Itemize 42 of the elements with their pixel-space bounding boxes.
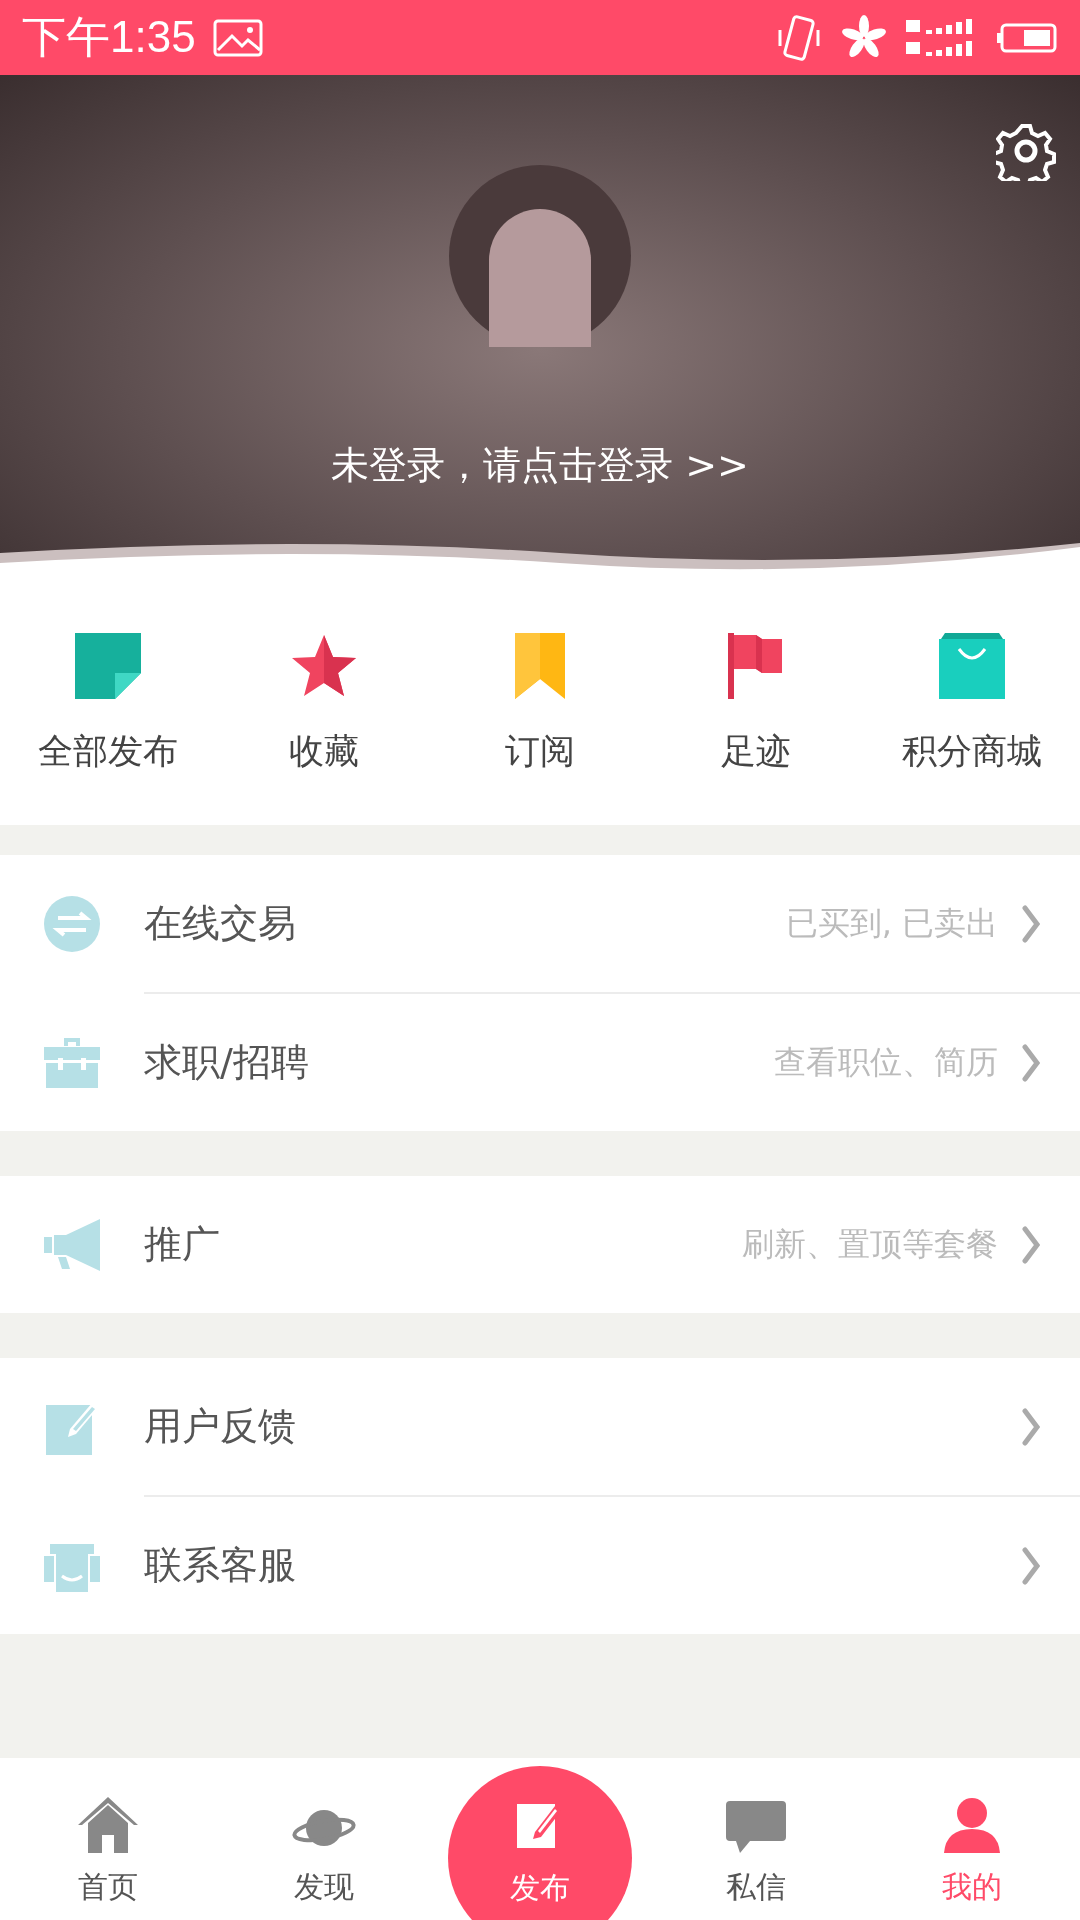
menu-title: 用户反馈 (144, 1403, 297, 1450)
nav-tab[interactable]: 私信 (648, 1758, 864, 1920)
menu-hint: 查看职位、简历 (774, 1041, 998, 1083)
menu-hint: 刷新、置顶等套餐 (742, 1223, 998, 1265)
shortcut-item[interactable]: 积分商城 (902, 727, 1042, 775)
chevron-right-icon (1022, 1546, 1040, 1585)
shortcut-item[interactable]: 订阅 (505, 727, 575, 775)
shortcut-item[interactable]: 收藏 (289, 727, 359, 775)
menu-row[interactable]: 联系客服 (144, 1495, 1080, 1634)
menu-row[interactable]: 用户反馈 (0, 1358, 1080, 1495)
menu-title: 在线交易 (144, 900, 297, 947)
login-link[interactable]: 未登录，请点击登录 >> (331, 443, 749, 487)
person-icon (944, 1797, 1000, 1853)
flag-icon (728, 632, 784, 699)
status-time: 下午1:35 (22, 11, 196, 63)
menu-row[interactable]: 推广 刷新、置顶等套餐 (0, 1176, 1080, 1313)
chevron-right-icon (1022, 904, 1040, 943)
shortcut-item[interactable]: 全部发布 (38, 727, 178, 775)
menu-hint: 已买到, 已卖出 (785, 902, 998, 944)
menu-title: 推广 (144, 1221, 221, 1268)
chat-icon (726, 1801, 786, 1853)
settings-icon[interactable] (996, 121, 1056, 181)
note-icon (75, 632, 141, 699)
avatar[interactable] (449, 165, 631, 347)
image-icon (211, 17, 264, 58)
bookmark-icon (515, 632, 565, 699)
nav-tab[interactable]: 发现 (216, 1758, 432, 1920)
chevron-right-icon (1022, 1225, 1040, 1264)
menu-row[interactable]: 求职/招聘 查看职位、简历 (144, 992, 1080, 1131)
house-icon (78, 1795, 138, 1853)
swap-arrows-icon (44, 895, 100, 952)
shopping-bag-icon (939, 632, 1005, 699)
nav-tab[interactable]: 首页 (0, 1758, 216, 1920)
chevron-right-icon (1022, 1043, 1040, 1082)
shortcut-item[interactable]: 足迹 (721, 727, 791, 775)
briefcase-icon (44, 1037, 100, 1088)
menu-title: 联系客服 (144, 1542, 297, 1589)
menu-row[interactable]: 在线交易 已买到, 已卖出 (0, 855, 1080, 992)
menu-title: 求职/招聘 (144, 1039, 310, 1086)
battery-icon (996, 21, 1058, 54)
megaphone-icon (44, 1218, 100, 1271)
chevron-right-icon (1022, 1407, 1040, 1446)
